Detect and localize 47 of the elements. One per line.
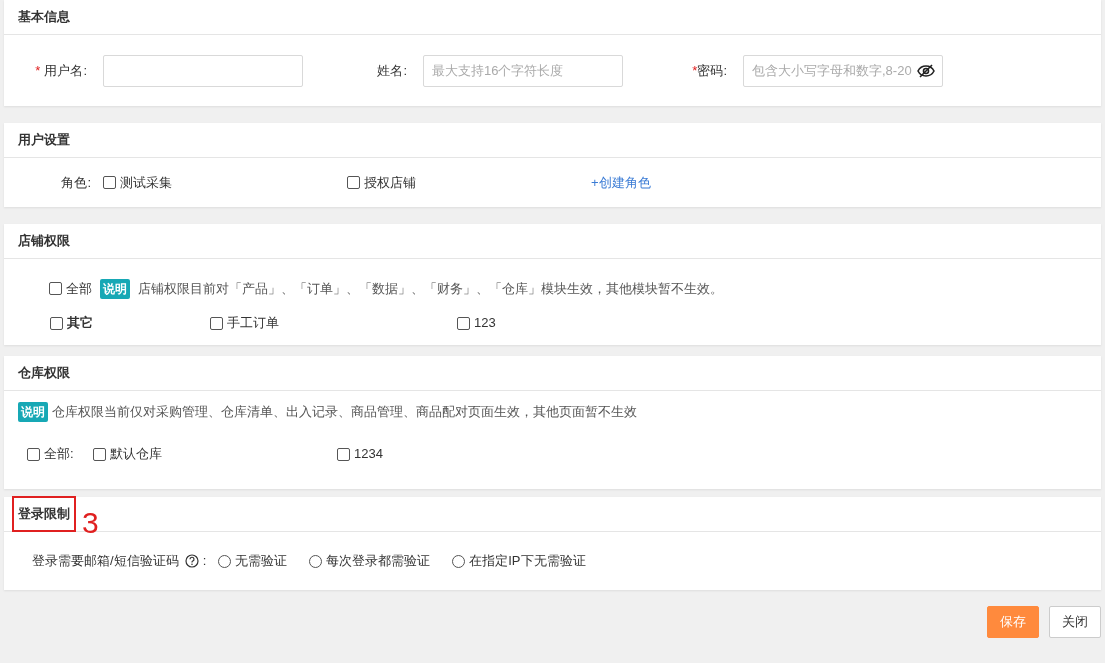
checkbox[interactable]	[457, 316, 470, 330]
input-field[interactable]: 最大支持16个字符长度	[423, 54, 623, 87]
checkbox[interactable]	[103, 176, 116, 189]
field-label: 用户名:	[44, 62, 87, 78]
eye-slash-icon[interactable]	[917, 63, 935, 78]
checkbox-label: 全部	[66, 279, 92, 298]
checkbox[interactable]	[210, 316, 223, 330]
help-icon[interactable]	[184, 554, 199, 568]
section-title: 用户设置	[18, 131, 70, 150]
checkbox-label: 测试采集	[120, 173, 172, 192]
note-text: 店铺权限目前对「产品」、「订单」、「数据」、「财务」、「仓库」模块生效，其他模块暂不生效。	[138, 279, 723, 298]
create-role-link[interactable]: +创建角色	[591, 172, 651, 193]
checkbox[interactable]	[27, 447, 40, 461]
checkbox-label: 123	[474, 314, 496, 333]
annotation-number: 3	[82, 508, 99, 538]
checkbox-label: 全部:	[44, 445, 74, 464]
checkbox[interactable]	[50, 316, 63, 330]
radio-label: 无需验证	[235, 552, 288, 571]
section-title: 基本信息	[18, 8, 70, 27]
colon-text: :	[202, 552, 207, 571]
save-button[interactable]: 保存	[987, 606, 1039, 638]
checkbox[interactable]	[347, 176, 360, 189]
field-label: 姓名:	[377, 62, 407, 78]
checkbox-label: 其它	[67, 314, 93, 333]
section-title: 登录限制	[12, 496, 76, 532]
section-title: 仓库权限	[18, 364, 70, 383]
checkbox[interactable]	[337, 447, 350, 461]
radio-label: 在指定IP下无需验证	[469, 552, 586, 571]
note-badge: 说明	[18, 402, 48, 422]
checkbox-label: 1234	[354, 445, 383, 464]
radio-label: 每次登录都需验证	[326, 552, 431, 571]
note-text: 仓库权限当前仅对采购管理、仓库清单、出入记录、商品管理、商品配对页面生效，其他页面暂不生效	[52, 403, 637, 422]
checkbox-label: 默认仓库	[110, 445, 162, 464]
input-field[interactable]: 包含大小写字母和数字,8-20	[743, 54, 943, 87]
checkbox[interactable]	[49, 282, 62, 295]
section-title: 店铺权限	[18, 232, 70, 251]
input-field[interactable]	[103, 54, 303, 87]
checkbox[interactable]	[93, 447, 106, 461]
field-label: 密码:	[697, 62, 727, 78]
checkbox-label: 授权店铺	[364, 173, 416, 192]
field-label: 角色:	[60, 173, 92, 192]
note-badge: 说明	[100, 278, 130, 299]
field-label: 登录需要邮箱/短信验证码	[32, 552, 179, 571]
required-mark: *	[692, 62, 698, 78]
required-mark: *	[35, 62, 41, 78]
checkbox-label: 手工订单	[227, 314, 279, 333]
close-button[interactable]: 关闭	[1049, 606, 1101, 638]
